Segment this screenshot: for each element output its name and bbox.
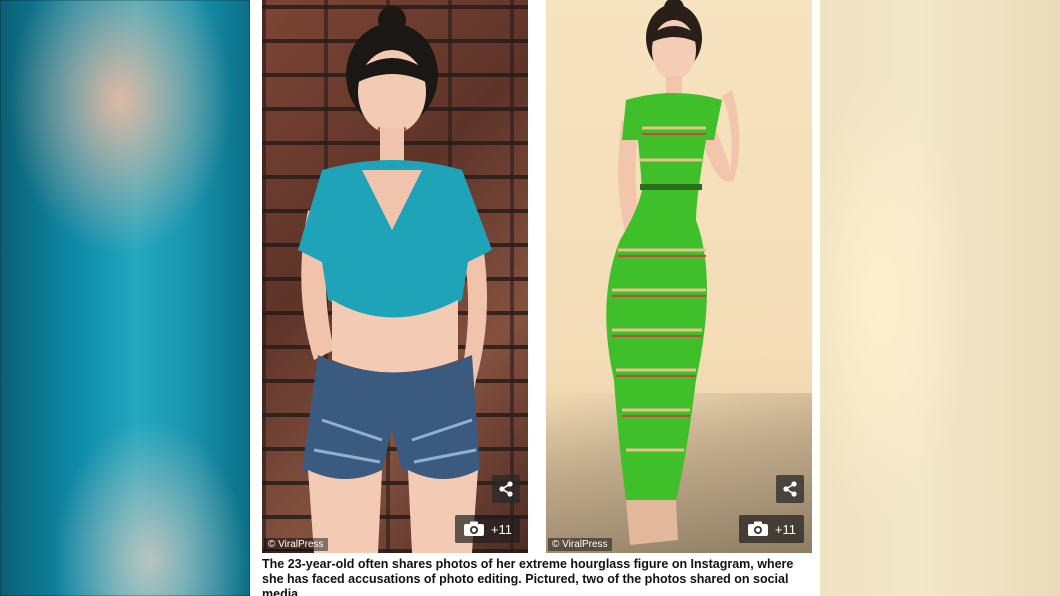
gallery-count: +11 bbox=[774, 521, 796, 537]
gallery-button[interactable]: +11 bbox=[454, 515, 520, 543]
blurred-background-left bbox=[0, 0, 250, 596]
share-icon bbox=[783, 481, 797, 497]
blurred-background-right bbox=[820, 0, 1060, 596]
share-button[interactable] bbox=[776, 475, 804, 503]
woman-figure-teal-top bbox=[298, 6, 492, 553]
article-panel: +11 © ViralPress +11 © ViralPress The 23… bbox=[250, 0, 820, 596]
woman-figure-green-dress bbox=[606, 0, 740, 545]
photo-brick-wall[interactable]: +11 © ViralPress bbox=[262, 0, 528, 553]
share-button[interactable] bbox=[492, 475, 520, 503]
photo-credit: © ViralPress bbox=[264, 538, 328, 551]
photo-cream-wall[interactable]: +11 © ViralPress bbox=[546, 0, 812, 553]
gallery-button[interactable]: +11 bbox=[738, 515, 804, 543]
photo-caption: The 23-year-old often shares photos of h… bbox=[262, 557, 794, 596]
photo-credit: © ViralPress bbox=[548, 538, 612, 551]
camera-icon bbox=[463, 521, 484, 536]
share-icon bbox=[499, 481, 513, 497]
camera-icon bbox=[747, 521, 768, 536]
gallery-count: +11 bbox=[490, 521, 512, 537]
